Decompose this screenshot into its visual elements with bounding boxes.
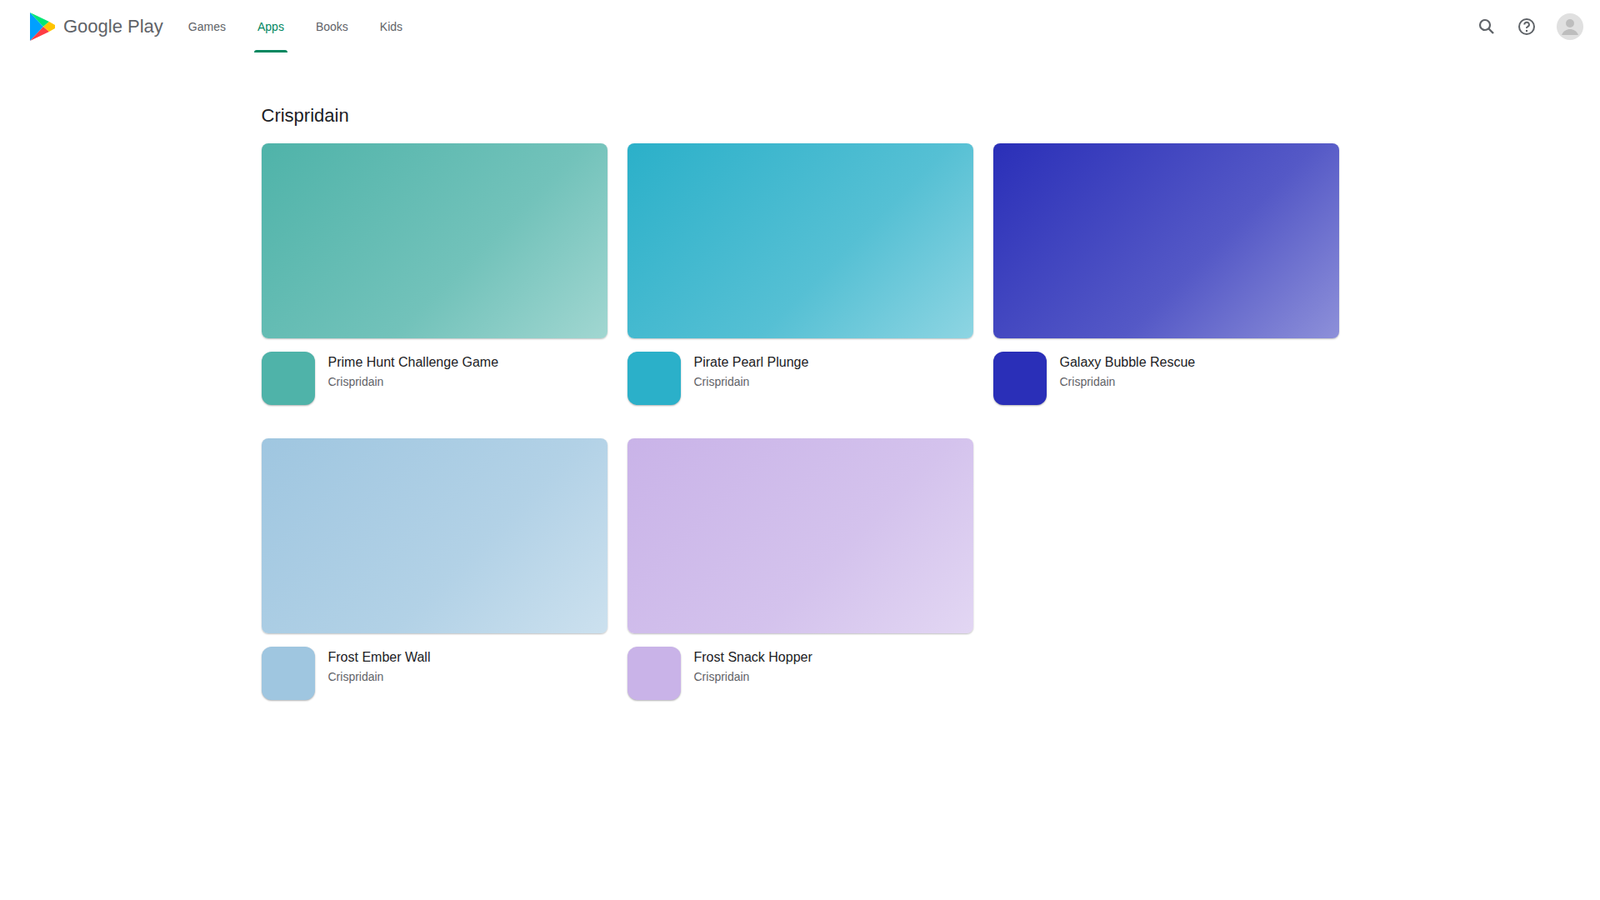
- account-avatar-icon[interactable]: [1556, 13, 1584, 40]
- app-banner[interactable]: [627, 438, 974, 634]
- nav-tab[interactable]: Kids: [376, 0, 406, 54]
- app-card[interactable]: Pirate Pearl PlungeCrispridain: [627, 143, 974, 405]
- app-developer[interactable]: Crispridain: [694, 668, 813, 685]
- app-texts: Prime Hunt Challenge GameCrispridain: [328, 351, 500, 405]
- nav-tab[interactable]: Books: [312, 0, 352, 54]
- app-grid: Prime Hunt Challenge GameCrispridainPira…: [261, 143, 1340, 700]
- app-name[interactable]: Frost Ember Wall: [328, 648, 431, 667]
- app-developer[interactable]: Crispridain: [694, 373, 810, 390]
- app-icon[interactable]: [993, 351, 1047, 405]
- app-texts: Galaxy Bubble RescueCrispridain: [1060, 351, 1196, 405]
- app-name[interactable]: Pirate Pearl Plunge: [694, 353, 810, 372]
- app-info: Galaxy Bubble RescueCrispridain: [993, 351, 1340, 405]
- app-name[interactable]: Prime Hunt Challenge Game: [328, 353, 500, 372]
- logo[interactable]: Google Play: [25, 10, 164, 44]
- app-card[interactable]: Galaxy Bubble RescueCrispridain: [993, 143, 1340, 405]
- app-banner[interactable]: [627, 143, 974, 339]
- app-banner[interactable]: [261, 438, 608, 634]
- app-texts: Frost Snack HopperCrispridain: [694, 646, 813, 700]
- app-developer[interactable]: Crispridain: [328, 373, 500, 390]
- app-card[interactable]: Frost Snack HopperCrispridain: [627, 438, 974, 700]
- section-title: Crispridain: [261, 105, 1340, 127]
- app-name[interactable]: Galaxy Bubble Rescue: [1060, 353, 1196, 372]
- search-icon[interactable]: [1476, 16, 1497, 37]
- app-developer[interactable]: Crispridain: [1060, 373, 1196, 390]
- app-card[interactable]: Frost Ember WallCrispridain: [261, 438, 608, 700]
- logo-text: Google Play: [63, 15, 164, 38]
- app-card[interactable]: Prime Hunt Challenge GameCrispridain: [261, 143, 608, 405]
- play-logo-icon: [25, 10, 59, 44]
- app-info: Prime Hunt Challenge GameCrispridain: [261, 351, 608, 405]
- google-play-page: Google Play Games Apps Books Kids Crispri…: [0, 0, 1600, 900]
- app-banner[interactable]: [261, 143, 608, 339]
- app-icon[interactable]: [627, 351, 681, 405]
- app-icon[interactable]: [627, 646, 681, 700]
- app-icon[interactable]: [261, 351, 315, 405]
- app-banner[interactable]: [993, 143, 1340, 339]
- nav-tab[interactable]: Apps: [254, 0, 288, 54]
- tab-underline: [254, 50, 288, 53]
- developer-section: CrispridainPrime Hunt Challenge GameCris…: [261, 53, 1340, 700]
- nav-tab[interactable]: Games: [185, 0, 230, 54]
- app-texts: Pirate Pearl PlungeCrispridain: [694, 351, 810, 405]
- app-name[interactable]: Frost Snack Hopper: [694, 648, 813, 667]
- top-bar: Google Play Games Apps Books Kids: [0, 0, 1600, 54]
- help-icon[interactable]: [1516, 16, 1537, 37]
- app-info: Pirate Pearl PlungeCrispridain: [627, 351, 974, 405]
- app-info: Frost Snack HopperCrispridain: [627, 646, 974, 700]
- app-texts: Frost Ember WallCrispridain: [328, 646, 431, 700]
- app-developer[interactable]: Crispridain: [328, 668, 431, 685]
- app-info: Frost Ember WallCrispridain: [261, 646, 608, 700]
- app-icon[interactable]: [261, 646, 315, 700]
- header-actions: [1476, 13, 1584, 40]
- nav-tabs: Games Apps Books Kids: [185, 0, 406, 54]
